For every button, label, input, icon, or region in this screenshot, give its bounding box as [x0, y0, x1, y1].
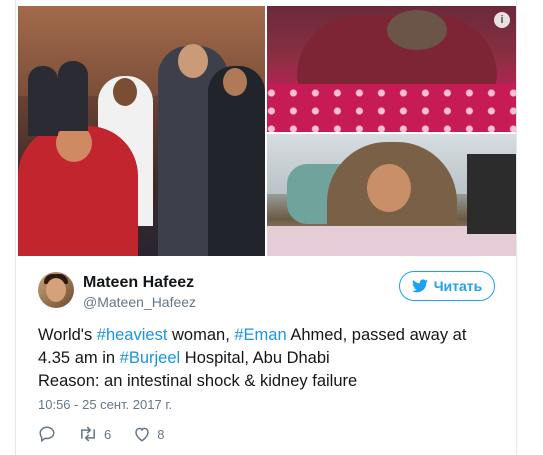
- photo-hospital-face: [367, 164, 411, 212]
- text-segment: World's: [38, 326, 97, 344]
- twitter-bird-icon: [411, 279, 428, 293]
- photo-group-figure: [28, 66, 58, 136]
- tweet-timestamp[interactable]: 10:56 - 25 сент. 2017 г.: [38, 397, 172, 412]
- photo-bed-figure: [387, 10, 447, 50]
- retweet-button[interactable]: 6: [78, 425, 111, 443]
- text-segment: woman,: [167, 326, 235, 344]
- follow-button-label: Читать: [433, 278, 483, 294]
- hashtag-link[interactable]: #Burjeel: [120, 349, 181, 367]
- tweet-text-line: World's #heaviest woman, #Eman Ahmed, pa…: [38, 326, 466, 367]
- photo-group-face: [178, 44, 208, 78]
- tweet-body: Mateen Hafeez @Mateen_Hafeez Читать Worl…: [16, 256, 516, 455]
- reply-button[interactable]: [38, 425, 56, 443]
- author-name[interactable]: Mateen Hafeez: [83, 274, 194, 292]
- hashtag-link[interactable]: #heaviest: [97, 326, 168, 344]
- retweet-count: 6: [104, 426, 112, 442]
- reply-icon: [38, 425, 56, 443]
- tweet-card: i Mateen Hafeez @Mateen_Hafeez Читать Wo…: [15, 0, 517, 455]
- retweet-icon: [78, 425, 98, 443]
- photo-group-face: [223, 68, 247, 96]
- like-count: 8: [157, 426, 165, 442]
- photo-group[interactable]: [18, 6, 265, 256]
- photo-bed-blanket: [267, 84, 516, 132]
- hashtag-link[interactable]: #Eman: [234, 326, 286, 344]
- like-icon: [133, 425, 151, 443]
- text-segment: Hospital, Abu Dhabi: [180, 349, 330, 367]
- photo-bed[interactable]: i: [267, 6, 516, 132]
- info-icon[interactable]: i: [494, 12, 510, 28]
- tweet-reason: Reason: an intestinal shock & kidney fai…: [38, 372, 358, 390]
- photo-hospital[interactable]: [267, 134, 516, 256]
- like-button[interactable]: 8: [133, 425, 164, 443]
- tweet-media[interactable]: i: [16, 0, 516, 256]
- follow-button[interactable]: Читать: [399, 271, 495, 301]
- photo-group-face: [113, 78, 137, 106]
- avatar[interactable]: [38, 272, 74, 308]
- tweet-actions: 6 8: [38, 424, 164, 444]
- tweet-text: World's #heaviest woman, #Eman Ahmed, pa…: [38, 324, 498, 393]
- author-handle[interactable]: @Mateen_Hafeez: [83, 294, 196, 310]
- avatar-face: [46, 278, 66, 302]
- photo-group-figure: [58, 61, 88, 131]
- photo-hospital-object: [467, 154, 516, 234]
